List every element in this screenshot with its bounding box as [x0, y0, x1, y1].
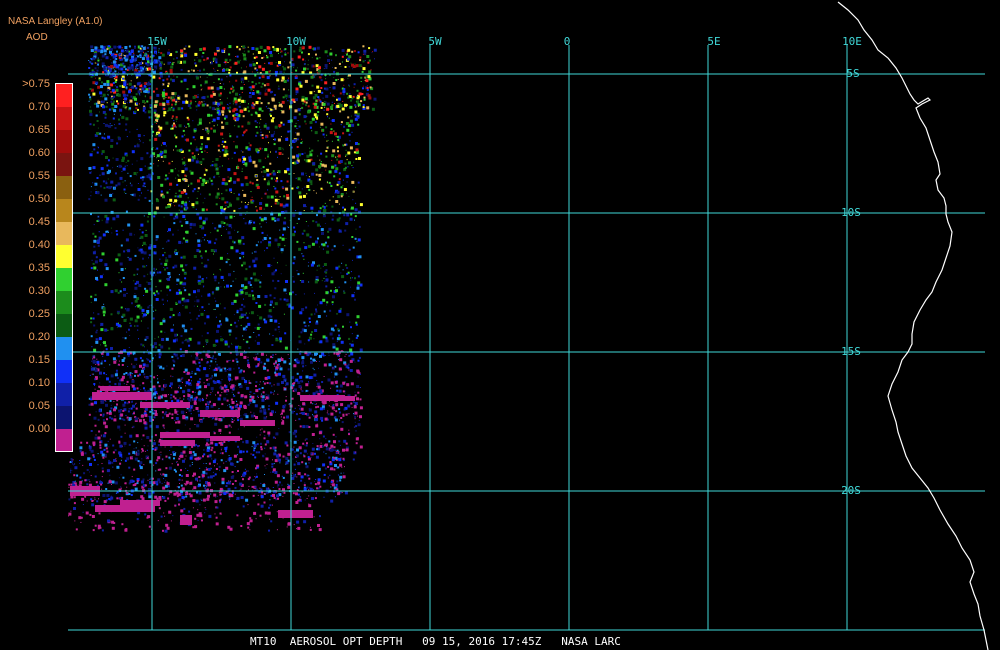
- legend-label: 0.55: [28, 170, 50, 182]
- legend-label: 0.60: [28, 147, 50, 159]
- legend-label: 0.05: [28, 400, 50, 412]
- legend-label: 0.15: [28, 354, 50, 366]
- legend-label: 0.50: [28, 193, 50, 205]
- aod-map: 15W 10W 5W 0 5E 10E 5S 10S 15S 20S NASA …: [0, 0, 1000, 650]
- lon-label: 0: [564, 35, 571, 48]
- lat-label: 20S: [841, 484, 861, 497]
- legend-frame: [55, 83, 73, 452]
- lon-label: 10W: [286, 35, 306, 48]
- lon-label: 5E: [707, 35, 720, 48]
- legend-label: 0.45: [28, 216, 50, 228]
- legend-label: 0.25: [28, 308, 50, 320]
- lat-label: 10S: [841, 206, 861, 219]
- legend-label: 0.40: [28, 239, 50, 251]
- latitude-labels: 5S 10S 15S 20S: [841, 67, 861, 497]
- lat-label: 15S: [841, 345, 861, 358]
- legend-label: 0.00: [28, 423, 50, 435]
- legend-label: 0.35: [28, 262, 50, 274]
- legend-label: >0.75: [22, 78, 50, 90]
- lat-label: 5S: [846, 67, 859, 80]
- footer-caption: MT10 AEROSOL OPT DEPTH 09 15, 2016 17:45…: [250, 635, 621, 648]
- lon-label: 10E: [842, 35, 862, 48]
- data-source-label: NASA Langley (A1.0): [8, 16, 103, 27]
- variable-label: AOD: [26, 32, 48, 43]
- legend-label: 0.70: [28, 101, 50, 113]
- map-canvas: 15W 10W 5W 0 5E 10E 5S 10S 15S 20S: [68, 1, 989, 650]
- africa-coastline: [837, 1, 989, 650]
- legend-label: 0.30: [28, 285, 50, 297]
- lon-label: 15W: [147, 35, 167, 48]
- lat-lon-grid: [68, 45, 985, 631]
- aerosol-pixels: [68, 45, 377, 533]
- longitude-labels: 15W 10W 5W 0 5E 10E: [147, 35, 862, 48]
- legend-label: 0.10: [28, 377, 50, 389]
- legend-label: 0.20: [28, 331, 50, 343]
- legend-label: 0.65: [28, 124, 50, 136]
- lon-label: 5W: [428, 35, 442, 48]
